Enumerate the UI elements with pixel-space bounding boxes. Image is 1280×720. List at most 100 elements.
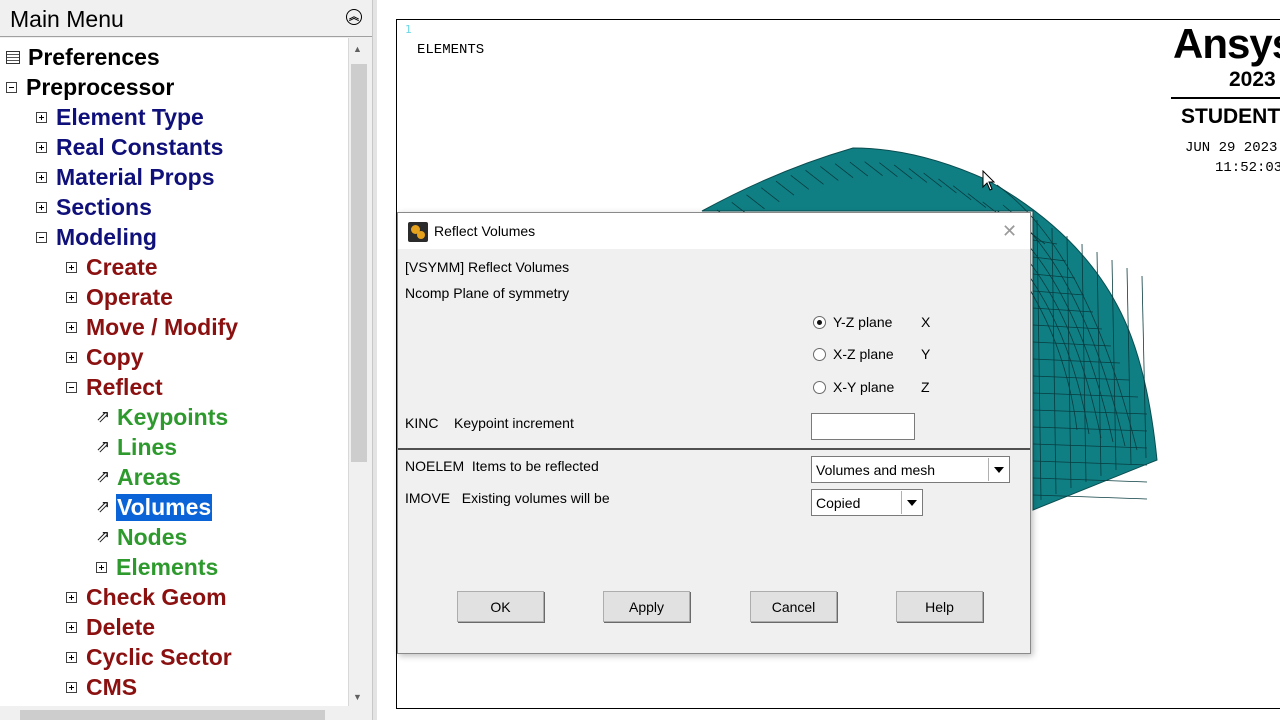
menu-item-volumes[interactable]: ⇗ Volumes	[96, 492, 213, 522]
main-menu-title: Main Menu	[10, 6, 124, 32]
menu-item-label: Reflect	[86, 373, 163, 400]
menu-item-label: Volumes	[116, 493, 213, 521]
help-button[interactable]: Help	[896, 591, 983, 622]
menu-item-lines[interactable]: ⇗ Lines	[96, 432, 178, 462]
imove-select[interactable]: Copied	[811, 489, 923, 516]
chevron-down-icon[interactable]	[988, 458, 1008, 481]
menu-horizontal-scrollbar[interactable]	[0, 706, 348, 720]
expand-icon[interactable]	[36, 171, 47, 183]
menu-item-modeling[interactable]: Modeling	[36, 222, 158, 252]
menu-item-label: Areas	[117, 463, 181, 490]
action-arrow-icon: ⇗	[96, 497, 111, 516]
menu-item-move-modify[interactable]: Move / Modify	[66, 312, 239, 342]
menu-item-material-props[interactable]: Material Props	[36, 162, 216, 192]
menu-item-label: Lines	[117, 433, 178, 460]
radio-xz-plane[interactable]: X-Z plane Y	[813, 346, 930, 362]
scrollbar-thumb[interactable]	[351, 64, 367, 462]
close-icon[interactable]: ✕	[1002, 221, 1017, 242]
menu-item-label: Material Props	[56, 163, 215, 190]
menu-item-preprocessor[interactable]: Preprocessor	[6, 72, 175, 102]
menu-item-check-geom[interactable]: Check Geom	[66, 582, 228, 612]
menu-item-nodes[interactable]: ⇗ Nodes	[96, 522, 188, 552]
ncomp-label: Ncomp Plane of symmetry	[405, 285, 570, 301]
expand-icon[interactable]	[66, 291, 77, 303]
apply-button[interactable]: Apply	[603, 591, 690, 622]
menu-item-operate[interactable]: Operate	[66, 282, 174, 312]
radio-yz-plane[interactable]: Y-Z plane X	[813, 314, 930, 330]
keypoint-increment-input[interactable]	[811, 413, 915, 440]
menu-item-label: Check Geom	[86, 583, 227, 610]
expand-icon[interactable]	[66, 621, 77, 633]
chevron-down-icon[interactable]	[901, 491, 921, 514]
radio-yz-axis: X	[921, 314, 931, 330]
menu-item-keypoints[interactable]: ⇗ Keypoints	[96, 402, 229, 432]
menu-item-sections[interactable]: Sections	[36, 192, 153, 222]
scroll-up-icon[interactable]: ▲	[353, 44, 362, 54]
expand-icon[interactable]	[36, 111, 47, 123]
radio-xy-plane[interactable]: X-Y plane Z	[813, 379, 930, 395]
main-menu-header: Main Menu ︽	[0, 0, 372, 37]
horizontal-scrollbar-thumb[interactable]	[20, 710, 325, 720]
radio-xz-label: X-Z plane	[833, 346, 894, 362]
menu-item-label: Element Type	[56, 103, 204, 130]
noelem-select-value: Volumes and mesh	[816, 462, 936, 478]
main-menu-panel: Main Menu ︽ Preferences Preprocessor Eleme…	[0, 0, 376, 720]
menu-vertical-scrollbar[interactable]: ▲ ▼	[349, 38, 369, 706]
menu-item-label: Real Constants	[56, 133, 224, 160]
imove-label: IMOVE Existing volumes will be	[405, 490, 610, 506]
menu-item-label: CMS	[86, 673, 138, 700]
menu-item-preferences[interactable]: Preferences	[6, 42, 161, 72]
expand-icon[interactable]	[36, 141, 47, 153]
menu-tree: Preferences Preprocessor Element Type Real …	[0, 38, 349, 706]
menu-item-cms[interactable]: CMS	[66, 672, 138, 702]
collapse-icon[interactable]	[6, 81, 17, 93]
expand-icon[interactable]	[66, 261, 77, 273]
expand-icon[interactable]	[66, 591, 77, 603]
expand-icon[interactable]	[66, 351, 77, 363]
collapse-icon[interactable]	[36, 231, 47, 243]
menu-item-label: Operate	[86, 283, 173, 310]
menu-item-copy[interactable]: Copy	[66, 342, 145, 372]
radio-xz-indicator[interactable]	[813, 347, 826, 361]
expand-icon[interactable]	[66, 681, 77, 693]
radio-xy-label: X-Y plane	[833, 379, 895, 395]
ansys-gear-icon	[408, 222, 428, 242]
noelem-select[interactable]: Volumes and mesh	[811, 456, 1010, 483]
command-label: [VSYMM] Reflect Volumes	[405, 259, 570, 275]
radio-xy-indicator[interactable]	[813, 380, 826, 394]
menu-item-label: Sections	[56, 193, 152, 220]
menu-item-label: Nodes	[117, 523, 188, 550]
menu-item-reflect[interactable]: Reflect	[66, 372, 164, 402]
menu-item-label: Modeling	[56, 223, 157, 250]
menu-item-label: Copy	[86, 343, 144, 370]
menu-item-label: Move / Modify	[86, 313, 239, 340]
expand-icon[interactable]	[96, 561, 107, 573]
panel-splitter[interactable]	[372, 0, 377, 720]
scroll-down-icon[interactable]: ▼	[353, 692, 362, 702]
kinc-label: KINC Keypoint increment	[405, 415, 574, 431]
menu-item-label: Delete	[86, 613, 156, 640]
radio-yz-indicator[interactable]	[813, 315, 826, 329]
menu-item-delete[interactable]: Delete	[66, 612, 156, 642]
menu-item-elements[interactable]: Elements	[96, 552, 219, 582]
action-arrow-icon: ⇗	[96, 527, 111, 546]
cancel-button[interactable]: Cancel	[750, 591, 837, 622]
imove-select-value: Copied	[816, 495, 861, 511]
menu-item-label: Cyclic Sector	[86, 643, 232, 670]
menu-item-label: Preferences	[28, 43, 160, 70]
action-arrow-icon: ⇗	[96, 437, 111, 456]
menu-item-element-type[interactable]: Element Type	[36, 102, 205, 132]
menu-item-areas[interactable]: ⇗ Areas	[96, 462, 182, 492]
action-arrow-icon: ⇗	[96, 407, 111, 426]
reflect-volumes-dialog: Reflect Volumes ✕ [VSYMM] Reflect Volume…	[397, 212, 1031, 654]
collapse-menu-icon[interactable]: ︽	[346, 9, 362, 25]
menu-item-real-constants[interactable]: Real Constants	[36, 132, 224, 162]
menu-item-cyclic-sector[interactable]: Cyclic Sector	[66, 642, 233, 672]
ok-button[interactable]: OK	[457, 591, 544, 622]
dialog-titlebar[interactable]: Reflect Volumes ✕	[398, 213, 1030, 249]
menu-item-create[interactable]: Create	[66, 252, 159, 282]
expand-icon[interactable]	[36, 201, 47, 213]
expand-icon[interactable]	[66, 321, 77, 333]
expand-icon[interactable]	[66, 651, 77, 663]
collapse-icon[interactable]	[66, 381, 77, 393]
